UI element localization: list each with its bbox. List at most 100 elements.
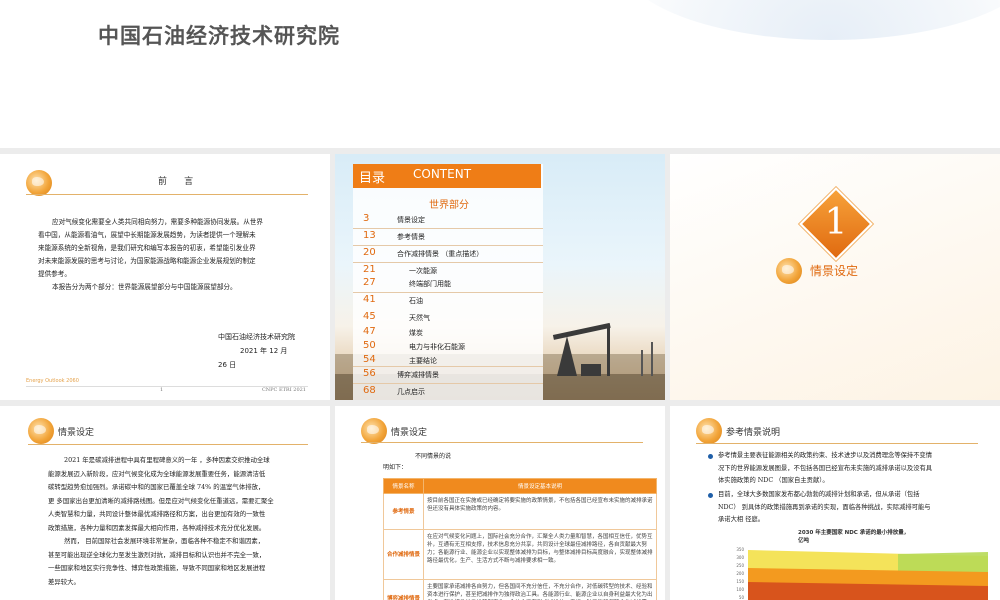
toc-item[interactable]: 41 石油 xyxy=(353,292,543,309)
scenario-name: 参考情景 xyxy=(383,493,424,530)
y-tick: 50 xyxy=(738,595,744,600)
toc-header-cn: 目录 xyxy=(359,171,386,186)
toc-page: 41 xyxy=(363,294,376,305)
scenario-table: 情景名称 情景设定基本说明 参考情景 按目前各国正在实施或已经确定将要实施的政策… xyxy=(383,478,657,600)
text-line: 更 多国家出台更加清晰的减排路线图。但是应对气候变化任重道远，需要汇聚全 xyxy=(48,496,274,505)
toc-label: 主要结论 xyxy=(409,357,437,365)
toc-item[interactable]: 56 博弈减排情景 xyxy=(353,366,543,383)
toc-page: 47 xyxy=(363,326,376,337)
paragraph-line: 本报告分为两个部分：世界能源展望部分与中国能源展望部分。 xyxy=(52,283,237,291)
text-line: 差异较大。 xyxy=(48,577,80,586)
bullet-icon xyxy=(708,493,713,498)
body-text: 2021 年是碳减排进程中具有里程碑意义的一年 ，多种因素交织推动全球 能源发展… xyxy=(48,454,312,589)
scenario-desc: 按目前各国正在实施或已经确定将要实施的政策情景，不包括各国已经宣布未实施的减排承… xyxy=(423,493,657,530)
toc-header-en: CONTENT xyxy=(413,167,472,181)
toc-item[interactable]: 20 合作减排情景 （重点描述） xyxy=(353,245,543,262)
slide-reference-scenario[interactable]: 参考情景说明 参考情景主要表征能源相关的政策约束、技术进步以及消费理念等保持不变… xyxy=(670,406,1000,600)
paragraph-line: 看中国，从能源看油气，展望中长期能源发展趋势，为读者提供一个理解未 xyxy=(38,231,256,239)
title-rule xyxy=(28,444,308,445)
toc-label: 天然气 xyxy=(409,314,430,322)
paragraph-line: 提供参考。 xyxy=(38,270,71,278)
table-row: 参考情景 按目前各国正在实施或已经确定将要实施的政策情景，不包括各国已经宣布未实… xyxy=(383,493,657,530)
toc-label: 电力与非化石能源 xyxy=(409,343,465,351)
toc-page: 3 xyxy=(363,213,370,224)
section-title: 情景设定 xyxy=(810,264,859,278)
table-row: 博弈减排情景 主要国家承诺减排各自努力，但各国间不充分信任，不充分合作，对低碳转… xyxy=(383,579,657,600)
toc-header: 目录 CONTENT xyxy=(353,164,541,188)
date: 2021 年 12 月 xyxy=(240,347,288,355)
toc-item[interactable]: 68 几点启示 xyxy=(353,383,543,400)
slide-scenario-text[interactable]: 情景设定 2021 年是碳减排进程中具有里程碑意义的一年 ，多种因素交织推动全球… xyxy=(0,406,330,600)
slide-title: 参考情景说明 xyxy=(726,428,781,438)
scenario-name: 合作减排情景 xyxy=(383,529,424,580)
bullet-text-2: 目前，全球大多数国家发布都心勃勃的减排计划和承诺，但从承诺（包括 NDC） 到具… xyxy=(718,489,988,527)
toc-label: 终端部门用能 xyxy=(409,280,451,288)
slide-section-divider[interactable]: 1 情景设定 xyxy=(670,154,1000,400)
text-line: 政策措施，各种力量和因素发挥最大相向作用，各种减排技术充分优化发展。 xyxy=(48,523,266,532)
document-header: 中国石油经济技术研究院 xyxy=(0,0,1000,148)
column-header: 情景设定基本说明 xyxy=(423,478,657,494)
slide-title: 前 言 xyxy=(158,177,194,187)
toc-page: 13 xyxy=(363,230,376,241)
title-rule xyxy=(696,443,978,444)
globe-icon xyxy=(28,418,54,444)
y-tick: 100 xyxy=(736,587,744,592)
toc-page: 20 xyxy=(363,247,376,258)
y-tick: 300 xyxy=(736,555,744,560)
paragraph-line: 来能源系统的全新视角，是我们研究和编写本报告的初衷，希望能引发业界 xyxy=(38,244,256,252)
y-axis-ticks: 350 300 250 200 150 100 50 xyxy=(730,546,744,600)
foreword-paragraph: 应对气候变化需要全人类共同相向努力，需要多种能源协同发展。从世界 看中国，从能源… xyxy=(38,216,308,294)
text-line: 一些国家和地区实行竞争性、博弈性政策措施，导致不同国家和地区发展进程 xyxy=(48,564,266,572)
globe-icon xyxy=(361,418,387,444)
text-line: 体实施政策的 NDC （国家自主贡献）。 xyxy=(718,477,829,484)
title-rule xyxy=(26,194,308,195)
y-tick: 200 xyxy=(736,571,744,576)
y-tick: 150 xyxy=(736,579,744,584)
globe-icon xyxy=(776,258,802,284)
area-chart xyxy=(748,550,988,600)
toc-item[interactable]: 3 情景设定 xyxy=(353,211,543,228)
institute-title: 中国石油经济技术研究院 xyxy=(98,24,340,48)
scenario-desc: 主要国家承诺减排各自努力，但各国间不充分信任，不充分合作，对低碳转型的技术、经验… xyxy=(423,579,657,600)
table-row: 合作减排情景 在应对气候变化问题上，国际社会充分合作，汇聚全人类力量和智慧，各国… xyxy=(383,529,657,580)
scenario-name: 博弈减排情景 xyxy=(383,579,424,600)
table-header-row: 情景名称 情景设定基本说明 xyxy=(383,478,657,494)
bullet-icon xyxy=(708,454,713,459)
text-line: NDC） 到具体的政策措施再到承诺的实现，面临各种挑战，实际减排可能与 xyxy=(718,503,931,511)
toc-page: 27 xyxy=(363,277,376,288)
chart-title: 2030 年主要国家 NDC 承诺的最小排放量， xyxy=(798,530,910,536)
toc-label: 参考情景 xyxy=(397,233,425,241)
page-number: 1 xyxy=(160,387,164,393)
org-name: 中国石油经济技术研究院 xyxy=(218,333,295,341)
text-line: 况下的世界能源发展图景，不包括各国已经宣布未实施的减排承诺以及没有具 xyxy=(718,464,933,472)
day: 26 日 xyxy=(218,361,237,369)
toc-page: 54 xyxy=(363,354,376,365)
text-line: 甚至可能出现逆全球化力至发生激烈对抗，减排目标和认识也并不完全一致， xyxy=(48,550,266,559)
slide-foreword[interactable]: 前 言 应对气候变化需要全人类共同相向努力，需要多种能源协同发展。从世界 看中国… xyxy=(0,154,330,400)
text-line: 2021 年是碳减排进程中具有里程碑意义的一年 ，多种因素交织推动全球 xyxy=(64,456,270,464)
table-caption: 不同情景的说 xyxy=(415,453,452,460)
toc-item[interactable]: 27 终端部门用能 xyxy=(353,275,543,292)
slide-title: 情景设定 xyxy=(58,428,95,438)
slide-title: 情景设定 xyxy=(391,428,428,438)
table-caption-2: 明如下： xyxy=(383,464,408,471)
slide-scenario-table[interactable]: 情景设定 不同情景的说 明如下： 情景名称 情景设定基本说明 参考情景 按目前各… xyxy=(335,406,665,600)
paragraph-line: 应对气候变化需要全人类共同相向努力，需要多种能源协同发展。从世界 xyxy=(52,218,263,226)
y-tick: 250 xyxy=(736,563,744,568)
toc-label: 博弈减排情景 xyxy=(397,371,439,379)
toc-page: 68 xyxy=(363,385,376,396)
bullet-text-1: 参考情景主要表征能源相关的政策约束、技术进步以及消费理念等保持不变情 况下的世界… xyxy=(718,450,988,488)
text-line: 承诺大相 径庭。 xyxy=(718,516,765,523)
slide-toc[interactable]: 目录 CONTENT 世界部分 3 情景设定 13 参考情景 20 合作减排情景 （重… xyxy=(335,154,665,400)
y-tick: 350 xyxy=(736,547,744,552)
section-number: 1 xyxy=(824,202,848,243)
text-line: 目前，全球大多数国家发布都心勃勃的减排计划和承诺，但从承诺（包括 xyxy=(718,491,920,498)
footer-right: CNPC ETRI 2021 xyxy=(261,387,306,393)
column-header: 情景名称 xyxy=(383,478,424,494)
toc-page: 21 xyxy=(363,264,376,275)
toc-item[interactable]: 13 参考情景 xyxy=(353,228,543,245)
footer-left: Energy Outlook 2060 xyxy=(26,378,79,384)
chart-unit: 亿吨 xyxy=(798,538,810,544)
toc-label: 煤炭 xyxy=(409,329,423,337)
text-line: 能源发展迈入新阶段，应对气候变化成为全球能源发展重要任务，能源清洁低 xyxy=(48,469,266,478)
